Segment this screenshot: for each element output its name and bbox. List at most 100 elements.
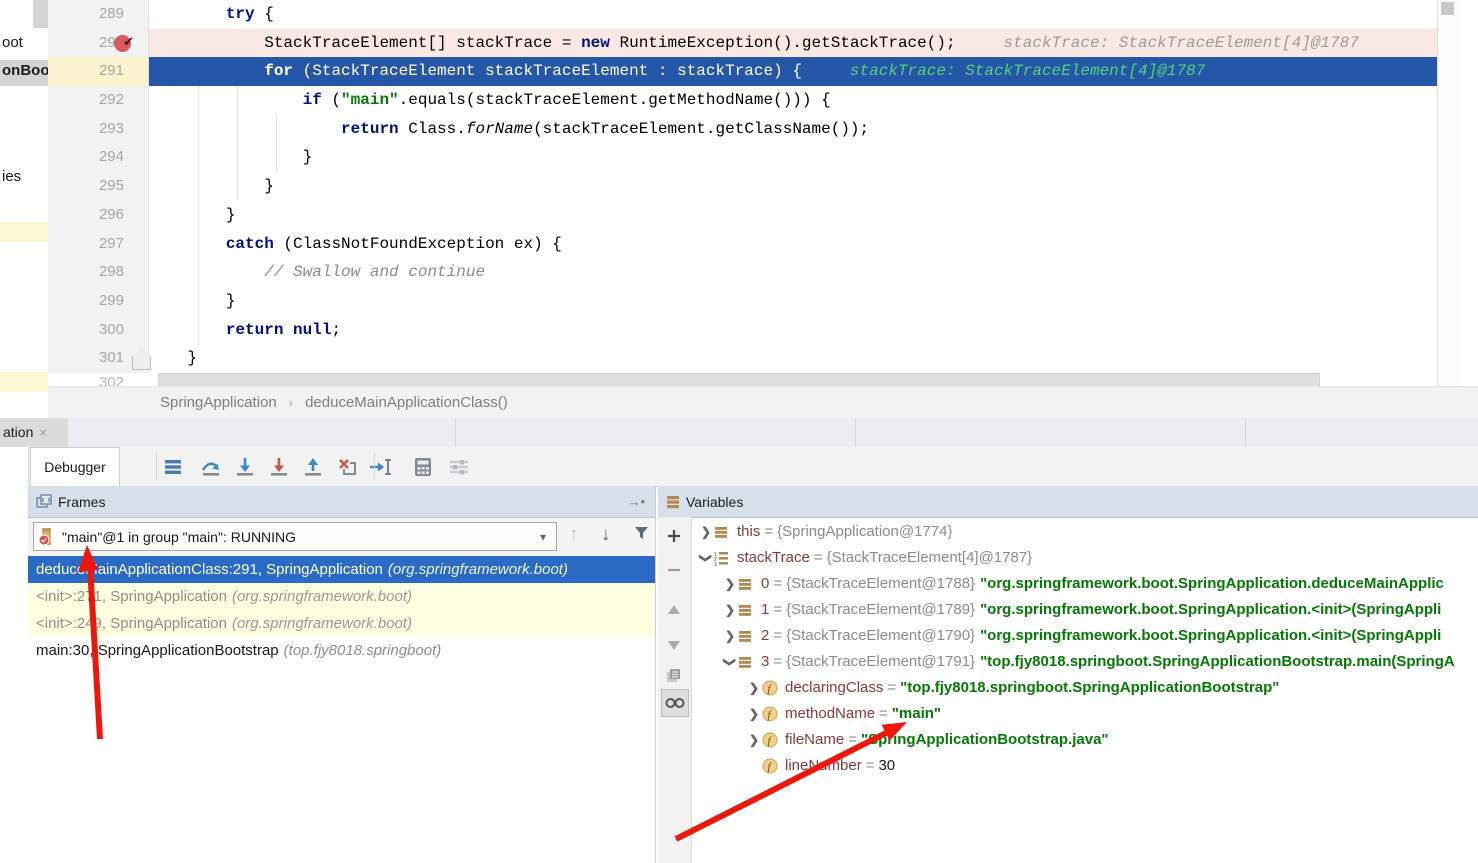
gutter-row[interactable]: 294 (48, 143, 148, 172)
gutter-row[interactable]: 291 (48, 57, 148, 86)
debug-session-tab[interactable]: ation× (0, 418, 68, 447)
chevron-collapsed-icon[interactable]: ❯ (722, 597, 738, 623)
code-line[interactable]: } (149, 143, 1438, 172)
move-down-icon[interactable] (662, 633, 686, 657)
gutter-row[interactable]: 298 (48, 258, 148, 287)
code-line[interactable]: StackTraceElement[] stackTrace = new Run… (149, 29, 1438, 58)
gutter-row[interactable]: 300 (48, 316, 148, 345)
line-number: 289 (48, 0, 148, 29)
code-token: try (226, 5, 255, 23)
project-item[interactable]: ies (2, 168, 21, 185)
chevron-collapsed-icon[interactable]: ❯ (746, 727, 762, 753)
chevron-collapsed-icon[interactable]: ❯ (698, 519, 714, 545)
show-execution-point-icon[interactable] (161, 455, 185, 479)
frame-row[interactable]: deduceMainApplicationClass:291, SpringAp… (28, 556, 655, 583)
pin-panel-icon[interactable]: →• (627, 494, 645, 509)
variable-row[interactable]: flineNumber=30 (692, 753, 1478, 779)
run-to-cursor-icon[interactable] (369, 455, 393, 479)
filter-funnel-icon[interactable] (633, 524, 650, 541)
code-token: RuntimeException().getStackTrace(); (610, 34, 956, 52)
tab-debugger[interactable]: Debugger (30, 447, 120, 486)
editor-vscrollbar-thumb[interactable] (1441, 2, 1454, 15)
gutter-row[interactable]: 292 (48, 86, 148, 115)
gutter-row[interactable]: 296 (48, 201, 148, 230)
code-line[interactable]: for (StackTraceElement stackTraceElement… (149, 57, 1438, 86)
code-line[interactable]: return null; (149, 316, 1438, 345)
layout-settings-icon[interactable] (447, 455, 471, 479)
chevron-collapsed-icon[interactable]: ❯ (746, 701, 762, 727)
variable-string-value: "org.springframework.boot.SpringApplicat… (975, 623, 1441, 649)
step-into-icon[interactable] (233, 455, 257, 479)
frame-up-icon[interactable]: ↑ (569, 524, 579, 546)
variable-row[interactable]: ❯3={StackTraceElement@1791}"top.fjy8018.… (692, 649, 1478, 675)
chevron-expanded-icon[interactable]: ❯ (717, 654, 743, 670)
editor-vscrollbar[interactable] (1437, 0, 1458, 386)
thread-dropdown[interactable]: "main"@1 in group "main": RUNNING ▾ (33, 522, 557, 551)
gutter-row[interactable]: 290 (48, 29, 148, 58)
code-line[interactable]: } (149, 172, 1438, 201)
code-line[interactable]: } (149, 201, 1438, 230)
project-highlight-band (0, 372, 48, 392)
project-scrollbar-thumb[interactable] (33, 0, 48, 28)
remove-watch-icon[interactable] (662, 558, 686, 582)
project-item[interactable]: onBoot (2, 62, 48, 79)
gutter-row[interactable]: 297 (48, 230, 148, 259)
toolbar-separator (374, 453, 375, 480)
variable-row[interactable]: ❯0={StackTraceElement@1788}"org.springfr… (692, 571, 1478, 597)
tabbar-divider (1245, 418, 1246, 447)
frame-row[interactable]: main:30, SpringApplicationBootstrap(top.… (28, 637, 655, 664)
code-token: if (303, 91, 322, 109)
gutter-row[interactable]: 301 (48, 344, 148, 373)
chevron-down-icon: ▾ (540, 530, 546, 544)
drop-frame-icon[interactable] (335, 455, 359, 479)
frame-row[interactable]: <init>:249, SpringApplication(org.spring… (28, 610, 655, 637)
chevron-collapsed-icon[interactable]: ❯ (746, 675, 762, 701)
code-line[interactable]: try { (149, 0, 1438, 29)
project-item[interactable]: oot (2, 34, 23, 51)
variable-row[interactable]: ❯ffileName="SpringApplicationBootstrap.j… (692, 727, 1478, 753)
code-token: (stackTraceElement.getClassName()); (533, 120, 869, 138)
duplicate-icon[interactable] (662, 664, 686, 688)
code-line[interactable]: catch (ClassNotFoundException ex) { (149, 230, 1438, 259)
breadcrumb-method[interactable]: deduceMainApplicationClass() (305, 394, 508, 411)
gutter-row[interactable]: 295 (48, 172, 148, 201)
editor-hscrollbar[interactable] (158, 373, 1320, 387)
variable-row[interactable]: ❯fmethodName="main" (692, 701, 1478, 727)
variables-panel-icon (666, 495, 680, 509)
editor-code-area[interactable]: try { StackTraceElement[] stackTrace = n… (149, 0, 1438, 373)
gutter-row[interactable]: 293 (48, 115, 148, 144)
gutter-row[interactable]: 299 (48, 287, 148, 316)
variable-row[interactable]: ❯fdeclaringClass="top.fjy8018.springboot… (692, 675, 1478, 701)
code-line[interactable]: // Swallow and continue (149, 258, 1438, 287)
move-up-icon[interactable] (662, 598, 686, 622)
editor-gutter[interactable]: 289290291292293294295296297298299300301 (48, 0, 149, 373)
chevron-collapsed-icon[interactable]: ❯ (722, 623, 738, 649)
chevron-expanded-icon[interactable]: ❯ (693, 550, 719, 566)
gutter-row[interactable]: 289 (48, 0, 148, 29)
step-out-icon[interactable] (301, 455, 325, 479)
frames-header-label: Frames (58, 494, 105, 510)
variable-row[interactable]: ❯2={StackTraceElement@1790}"org.springfr… (692, 623, 1478, 649)
code-token (149, 62, 264, 80)
frame-row[interactable]: <init>:271, SpringApplication(org.spring… (28, 583, 655, 610)
variable-row[interactable]: ❯1={StackTraceElement@1789}"org.springfr… (692, 597, 1478, 623)
code-line[interactable]: return Class.forName(stackTraceElement.g… (149, 115, 1438, 144)
chevron-collapsed-icon[interactable]: ❯ (722, 571, 738, 597)
variable-row[interactable]: ❯123stackTrace={StackTraceElement[4]@178… (692, 545, 1478, 571)
code-line[interactable]: } (149, 344, 1438, 373)
breadcrumb-class[interactable]: SpringApplication (160, 394, 277, 411)
frame-package: (org.springframework.boot) (227, 615, 412, 632)
variable-row[interactable]: ❯this={SpringApplication@1774} (692, 519, 1478, 545)
frame-down-icon[interactable]: ↓ (601, 524, 611, 546)
code-line[interactable]: if ("main".equals(stackTraceElement.getM… (149, 86, 1438, 115)
close-icon[interactable]: × (33, 425, 47, 440)
evaluate-expression-icon[interactable] (411, 455, 435, 479)
code-editor[interactable]: 289290291292293294295296297298299300301 … (48, 0, 1458, 386)
line-number: 294 (48, 143, 148, 172)
frames-panel: Frames →• "main"@1 in group "main": RUNN… (28, 486, 656, 863)
show-watches-icon[interactable] (661, 689, 689, 717)
code-line[interactable]: } (149, 287, 1438, 316)
step-over-icon[interactable] (199, 455, 223, 479)
force-step-into-icon[interactable] (267, 455, 291, 479)
add-watch-icon[interactable] (662, 524, 686, 548)
